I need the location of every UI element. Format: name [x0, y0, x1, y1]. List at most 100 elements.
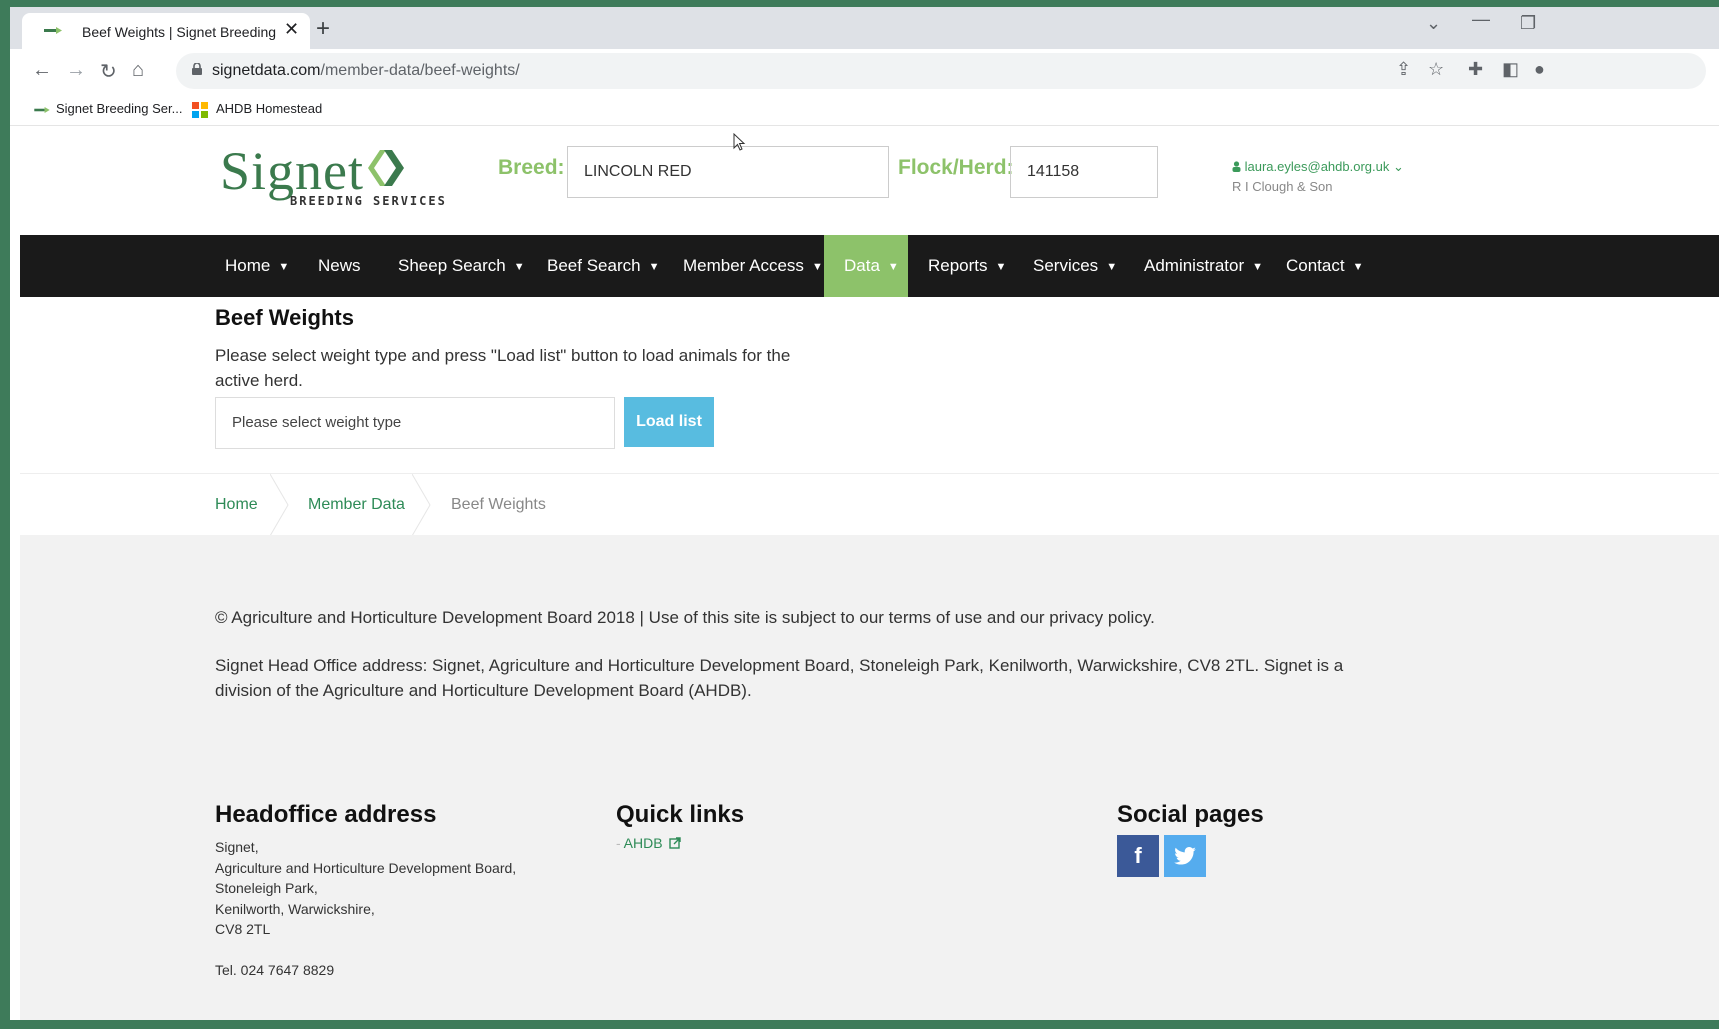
- chevron-down-icon: ▼: [811, 260, 823, 273]
- footer: © Agriculture and Horticulture Developme…: [20, 535, 1719, 1027]
- breadcrumb-separator-icon: [270, 474, 289, 536]
- page-title: Beef Weights: [215, 305, 354, 330]
- signet-favicon-icon: [34, 106, 50, 113]
- nav-label: Sheep Search: [398, 256, 506, 275]
- nav-item-services[interactable]: Services ▼: [1033, 235, 1117, 297]
- lock-icon: [192, 63, 202, 75]
- copyright-text: © Agriculture and Horticulture Developme…: [215, 608, 1155, 627]
- head-office-note: Signet Head Office address: Signet, Agri…: [215, 656, 1344, 700]
- nav-item-beef-search[interactable]: Beef Search ▼: [547, 235, 659, 297]
- tab-close-icon[interactable]: ✕: [284, 19, 299, 40]
- nav-item-data[interactable]: Data ▼: [824, 235, 908, 297]
- home-icon[interactable]: ⌂: [132, 59, 144, 82]
- bookmarks-bar: Signet Breeding Ser... AHDB Homestead: [10, 95, 1719, 126]
- bookmark-star-icon[interactable]: ☆: [1428, 59, 1444, 80]
- nav-item-member-access[interactable]: Member Access ▼: [683, 235, 823, 297]
- chevron-down-icon: ▼: [995, 260, 1007, 273]
- browser-tab[interactable]: Beef Weights | Signet Breeding ✕: [22, 13, 310, 49]
- quicklink-ahdb[interactable]: - AHDB: [616, 835, 682, 851]
- breadcrumb: Home Member Data Beef Weights: [20, 473, 1719, 536]
- user-menu[interactable]: laura.eyles@ahdb.org.uk ⌄: [1232, 159, 1404, 175]
- flock-herd-label: Flock/Herd:: [898, 156, 1014, 179]
- breadcrumb-current: Beef Weights: [451, 496, 546, 513]
- nav-item-contact[interactable]: Contact ▼: [1286, 235, 1363, 297]
- bookmark-signet[interactable]: Signet Breeding Ser...: [34, 101, 182, 116]
- browser-toolbar: ← → ↻ ⌂ signetdata.com/member-data/beef-…: [10, 49, 1719, 95]
- load-list-button[interactable]: Load list: [624, 397, 714, 447]
- side-panel-icon[interactable]: ◧: [1502, 59, 1519, 80]
- nav-item-news[interactable]: News: [318, 235, 361, 297]
- chevron-down-icon: ▼: [1252, 260, 1264, 273]
- headoffice-title: Headoffice address: [215, 801, 437, 828]
- chevron-down-icon: ⌄: [1392, 159, 1404, 174]
- signet-logo[interactable]: Signet BREEDING SERVICES: [220, 140, 445, 208]
- minimize-icon[interactable]: —: [1472, 9, 1490, 30]
- bookmark-ahdb[interactable]: AHDB Homestead: [192, 101, 322, 118]
- breadcrumb-member-data[interactable]: Member Data: [308, 496, 405, 514]
- nav-label: News: [318, 256, 361, 275]
- chevron-down-icon: ▼: [648, 260, 660, 273]
- forward-icon[interactable]: →: [66, 59, 86, 82]
- mouse-cursor-icon: [733, 133, 746, 151]
- back-icon[interactable]: ←: [32, 59, 52, 82]
- social-pages-title: Social pages: [1117, 801, 1264, 828]
- nav-label: Reports: [928, 256, 988, 275]
- ahdb-favicon-icon: [192, 101, 208, 118]
- bookmark-label: Signet Breeding Ser...: [56, 101, 183, 116]
- nav-label: Contact: [1286, 256, 1345, 275]
- quicklinks-title: Quick links: [616, 801, 745, 828]
- nav-item-administrator[interactable]: Administrator ▼: [1144, 235, 1263, 297]
- nav-item-home[interactable]: Home ▼: [225, 235, 289, 297]
- nav-label: Member Access: [683, 256, 804, 275]
- tab-strip: Beef Weights | Signet Breeding ✕ + ⌄ — ❐: [10, 7, 1719, 49]
- flock-herd-field[interactable]: 141158: [1010, 146, 1158, 198]
- breed-field[interactable]: LINCOLN RED: [567, 146, 889, 198]
- browser-window: Beef Weights | Signet Breeding ✕ + ⌄ — ❐…: [10, 7, 1719, 1027]
- chevron-down-icon: ▼: [513, 260, 525, 273]
- nav-label: Home: [225, 256, 271, 275]
- chevron-down-icon: ▼: [887, 260, 899, 273]
- nav-item-reports[interactable]: Reports ▼: [928, 235, 1006, 297]
- breed-label: Breed:: [498, 156, 565, 179]
- twitter-bird-glyph: [1174, 847, 1196, 865]
- chevron-down-icon: ▼: [1106, 260, 1118, 273]
- tab-title: Beef Weights | Signet Breeding: [82, 24, 277, 40]
- site-header: Signet BREEDING SERVICES Breed: LINCOLN …: [20, 126, 1719, 234]
- share-icon[interactable]: ⇪: [1396, 59, 1411, 80]
- user-email: laura.eyles@ahdb.org.uk: [1244, 159, 1390, 174]
- chevron-down-icon: ▼: [1352, 260, 1364, 273]
- weight-type-select[interactable]: Please select weight type: [215, 397, 615, 449]
- new-tab-button[interactable]: +: [316, 15, 330, 43]
- nav-item-sheep-search[interactable]: Sheep Search ▼: [398, 235, 525, 297]
- intro-text: Please select weight type and press "Loa…: [215, 346, 791, 390]
- twitter-icon[interactable]: [1164, 835, 1206, 877]
- user-organisation: R I Clough & Son: [1232, 179, 1333, 194]
- user-icon: [1232, 161, 1241, 172]
- window-border: [0, 1020, 1719, 1029]
- logo-text: Signet: [220, 141, 365, 201]
- bookmark-label: AHDB Homestead: [216, 101, 323, 116]
- nav-label: Beef Search: [547, 256, 641, 275]
- main-content: Beef Weights Please select weight type a…: [20, 297, 1719, 473]
- logo-subtext: BREEDING SERVICES: [290, 194, 447, 208]
- chevron-down-icon: ▼: [278, 260, 290, 273]
- bullet-dash: -: [616, 835, 621, 851]
- nav-label: Services: [1033, 256, 1099, 275]
- signet-favicon-icon: [44, 27, 62, 34]
- tab-search-icon[interactable]: ⌄: [1426, 13, 1441, 34]
- restore-icon[interactable]: ❐: [1520, 13, 1536, 34]
- reload-icon[interactable]: ↻: [100, 59, 117, 84]
- facebook-icon[interactable]: f: [1117, 835, 1159, 877]
- main-navigation: Home ▼ News Sheep Search ▼ Beef Search ▼ Me…: [20, 235, 1719, 297]
- logo-chevrons-icon: [368, 150, 404, 186]
- profile-icon[interactable]: ●: [1534, 59, 1545, 80]
- nav-label: Data: [844, 256, 880, 275]
- breadcrumb-separator-icon: [412, 474, 431, 536]
- quicklink-label: AHDB: [623, 835, 663, 851]
- headoffice-address: Signet, Agriculture and Horticulture Dev…: [215, 839, 517, 978]
- url-text: signetdata.com/member-data/beef-weights/: [212, 62, 520, 79]
- breadcrumb-home[interactable]: Home: [215, 496, 258, 514]
- external-link-icon: [669, 837, 682, 849]
- nav-label: Administrator: [1144, 256, 1245, 275]
- extensions-icon[interactable]: ✚: [1468, 59, 1483, 80]
